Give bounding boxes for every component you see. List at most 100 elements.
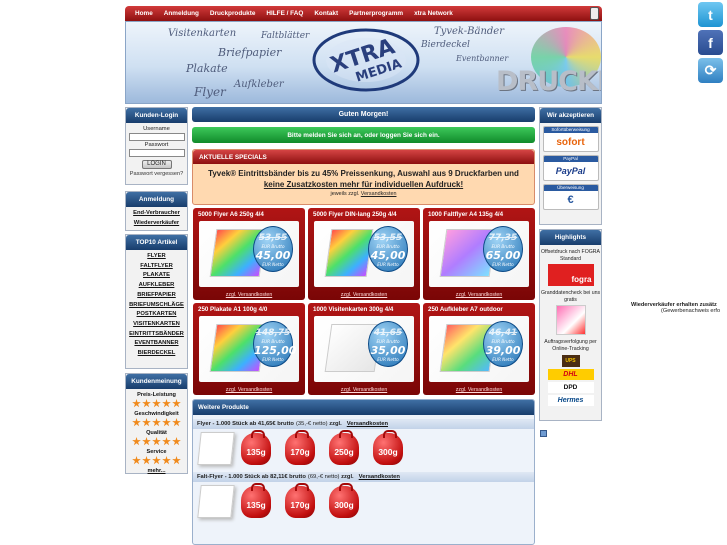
faltflyer-paper-image [197,485,235,518]
nav-partnerprogramm[interactable]: Partnerprogramm [349,10,403,17]
top10-link-eventbanner[interactable]: EVENTBANNER [126,339,187,349]
highlight-text: Granddatencheck bei uns gratis [540,290,601,303]
product-shipping-link[interactable]: zzgl. Versandkosten [193,387,305,393]
product-shipping-link[interactable]: zzgl. Versandkosten [423,387,535,393]
nav-hilfe-faq[interactable]: HILFE / FAQ [266,10,303,17]
product-shipping-link[interactable]: zzgl. Versandkosten [308,387,420,393]
forgot-password-link[interactable]: Passwort vergessen? [126,171,187,177]
top10-link-flyer[interactable]: FLYER [126,252,187,262]
price-net: 35,00 [370,344,406,357]
banner-drucken-word: DRUCKEN [496,66,601,97]
dpd-logo: DPD [547,381,594,393]
shipping-link[interactable]: Versandkosten [347,421,388,427]
star-icon [152,456,161,465]
login-button[interactable]: LOGIN [141,160,172,169]
paper-stack-graphic [324,229,374,277]
product-weights-row: 135g 170g 250g 300g [193,430,534,468]
price-gross: 53,55 [258,233,288,243]
rating-more-link[interactable]: mehr... [126,468,187,474]
price-net: 39,00 [485,344,521,357]
datacheck-icon [555,305,586,336]
top10-link-eintrittsbaender[interactable]: EINTRITTSBÄNDER [126,330,187,340]
registration-title: Anmeldung [126,192,187,207]
password-input[interactable] [128,149,185,157]
top10-panel: TOP10 Artikel FLYER FALTFLYER PLAKATE AU… [125,234,188,369]
shipping-prefix: zzgl. [329,421,342,427]
nav-home[interactable]: Home [135,10,153,17]
weight-option-button[interactable]: 135g [241,430,271,465]
star-icon [172,456,181,465]
username-input[interactable] [128,133,185,141]
small-info-icon[interactable] [540,430,547,437]
banner-word: Tyvek-Bänder [434,26,504,37]
product-tile[interactable]: 250 Aufkleber A7 outdoor 46,41 EUR Brutt… [423,303,535,395]
product-shipping-link[interactable]: zzgl. Versandkosten [308,292,420,298]
star-icon [132,418,141,427]
price-badge: 53,55 EUR Brutto 45,00 EUR Netto [253,226,293,272]
nav-xtra-network[interactable]: xtra Network [414,10,453,17]
top10-link-briefumschlaege[interactable]: BRIEFUMSCHLÄGE [126,301,187,311]
star-icon [152,399,161,408]
header-banner[interactable]: Visitenkarten Faltblätter Briefpapier Pl… [125,21,602,104]
product-shipping-link[interactable]: zzgl. Versandkosten [423,292,535,298]
product-tile[interactable]: 1000 Faltflyer A4 135g 4/4 77,35 EUR Bru… [423,208,535,300]
weight-option-button[interactable]: 250g [329,430,359,465]
price-gross: 77,35 [488,233,518,243]
top10-link-visitenkarten[interactable]: VISITENKARTEN [126,320,187,330]
highlight-text: Offsetdruck nach FOGRA Standard [540,249,600,262]
register-reseller-link[interactable]: Wiederverkäufer [126,219,187,229]
weight-option-button[interactable]: 300g [373,430,403,465]
payment-panel: Wir akzeptieren Sofortüberweisung sofort… [539,107,602,225]
facebook-icon[interactable]: f [698,30,723,55]
product-title: 250 Plakate A1 100g 4/0 [198,306,268,313]
price-badge: 53,55 EUR Brutto 45,00 EUR Netto [368,226,408,272]
product-weights-row: 135g 170g 300g [193,483,534,521]
payment-title: Wir akzeptieren [540,108,601,123]
rating-stars [126,418,187,427]
product-title: 5000 Flyer DIN-lang 250g 4/4 [313,211,397,218]
rating-stars [126,456,187,465]
shipping-link[interactable]: Versandkosten [361,191,397,197]
product-tile[interactable]: 5000 Flyer DIN-lang 250g 4/4 53,55 EUR B… [308,208,420,300]
weight-option-button[interactable]: 170g [285,430,315,465]
nav-druckprodukte[interactable]: Druckprodukte [210,10,255,17]
product-tile[interactable]: 5000 Flyer A6 250g 4/4 53,55 EUR Brutto … [193,208,305,300]
product-row-header[interactable]: Falt-Flyer - 1.000 Stück ab 82,11€ brutt… [193,472,534,482]
product-title: 1000 Visitenkarten 300g 4/4 [313,306,394,313]
share-icon[interactable]: ⟳ [698,58,723,83]
customer-rating-panel: Kundenmeinung Preis-Leistung Geschwindig… [125,373,188,474]
nav-kontakt[interactable]: Kontakt [314,10,338,17]
product-row-header[interactable]: Flyer - 1.000 Stück ab 41,65€ brutto (35… [193,419,534,429]
register-consumer-link[interactable]: End-Verbraucher [126,209,187,219]
product-shipping-link[interactable]: zzgl. Versandkosten [193,292,305,298]
shipping-link[interactable]: Versandkosten [359,474,400,480]
rating-label: Service [146,449,167,455]
highlights-panel: Highlights Offsetdruck nach FOGRA Standa… [539,229,602,421]
nav-anmeldung[interactable]: Anmeldung [164,10,199,17]
top10-link-plakate[interactable]: PLAKATE [126,271,187,281]
reseller-note: Wiederverkäufer erhalten zusätz (Gewerbe… [631,302,727,314]
hermes-logo: Hermes [547,394,594,406]
star-icon [162,437,171,446]
rating-label: Qualität [146,430,167,436]
top10-link-faltflyer[interactable]: FALTFLYER [126,262,187,272]
specials-note-prefix: jeweils zzgl. [330,191,360,197]
weight-option-button[interactable]: 135g [241,483,271,518]
top10-link-bierdeckel[interactable]: BIERDECKEL [126,349,187,359]
product-tile[interactable]: 250 Plakate A1 100g 4/0 148,75 EUR Brutt… [193,303,305,395]
weight-option-button[interactable]: 300g [329,483,359,518]
password-label: Passwort [144,142,169,148]
product-tile[interactable]: 1000 Visitenkarten 300g 4/4 41,65 EUR Br… [308,303,420,395]
top10-link-briefpapier[interactable]: BRIEFPAPIER [126,291,187,301]
twitter-icon[interactable]: t [698,2,723,27]
weight-option-button[interactable]: 170g [285,483,315,518]
rating-stars [126,437,187,446]
price-net: 125,00 [254,344,297,357]
product-title: 1000 Faltflyer A4 135g 4/4 [428,211,504,218]
banner-word: Aufkleber [234,79,284,90]
specials-headline[interactable]: Tyvek® Eintrittsbänder bis zu 45% Preiss… [193,168,534,190]
top10-link-postkarten[interactable]: POSTKARTEN [126,310,187,320]
price-gross: 53,55 [373,233,403,243]
product-image: 46,41 EUR Brutto 39,00 EUR Netto [429,316,529,382]
top10-link-aufkleber[interactable]: AUFKLEBER [126,281,187,291]
